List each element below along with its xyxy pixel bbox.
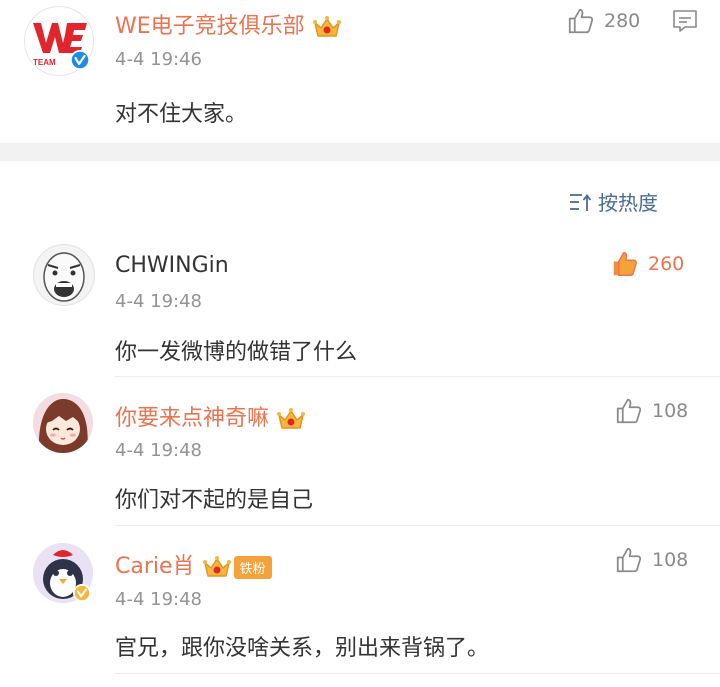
thumbs-up-icon: [616, 398, 642, 424]
original-post: TEAM WE电子竞技俱乐部 4-4 19:46 对不住大家。 280: [0, 0, 720, 143]
verified-v-icon: [70, 50, 90, 70]
comment-time: 4-4 19:48: [115, 291, 202, 312]
commenter-avatar[interactable]: [33, 393, 93, 453]
sort-icon: [570, 193, 592, 211]
avatar-team-text: TEAM: [33, 58, 56, 67]
comment-text: 官兄，跟你没啥关系，别出来背锅了。: [115, 636, 490, 661]
sort-label: 按热度: [598, 191, 658, 215]
vip-crown-icon: [202, 556, 231, 577]
thumbs-up-filled-icon: [613, 252, 637, 276]
commenter-avatar[interactable]: [33, 244, 95, 306]
vip-crown-icon: [312, 16, 341, 37]
comment-separator: [115, 525, 720, 526]
fan-badge: 铁粉: [233, 555, 272, 579]
comment-separator: [115, 376, 720, 377]
comment-separator: [115, 673, 720, 674]
commenter-name[interactable]: Carie肖 铁粉: [115, 548, 272, 580]
section-divider: [0, 143, 720, 161]
post-like-button[interactable]: 280: [566, 6, 640, 36]
comment-text: 你们对不起的是自己: [115, 488, 314, 513]
commenter-name[interactable]: 你要来点神奇嘛: [115, 400, 306, 432]
post-author-name[interactable]: WE电子竞技俱乐部: [115, 8, 342, 40]
post-author-label: WE电子竞技俱乐部: [115, 14, 305, 39]
comment-like-button[interactable]: 108: [614, 396, 688, 426]
commenter-name-label: 你要来点神奇嘛: [115, 406, 270, 431]
anime-girl-icon: [33, 393, 93, 453]
comment-menu-button[interactable]: [672, 9, 698, 33]
comment-like-count: 108: [652, 400, 689, 422]
meme-face-icon: [43, 252, 85, 302]
comment-like-count: 260: [648, 253, 685, 275]
post-time: 4-4 19:46: [115, 49, 202, 70]
comment-time: 4-4 19:48: [115, 440, 202, 461]
verified-v-icon: [73, 584, 91, 602]
post-text: 对不住大家。: [115, 102, 248, 127]
vip-crown-icon: [277, 408, 306, 429]
post-like-count: 280: [604, 10, 641, 32]
commenter-name[interactable]: CHWINGin: [115, 253, 229, 278]
commenter-name-label: Carie肖: [115, 554, 195, 579]
comment-like-button[interactable]: 108: [614, 545, 688, 575]
thumbs-up-icon: [616, 547, 642, 573]
comment-like-count: 108: [652, 549, 689, 571]
thumbs-up-icon: [568, 8, 594, 34]
comment-like-button[interactable]: 260: [610, 249, 684, 279]
comment-icon: [673, 10, 697, 32]
sort-toggle[interactable]: 按热度: [568, 187, 658, 216]
comment-text: 你一发微博的做错了什么: [115, 340, 358, 365]
verified-badge: [73, 584, 91, 602]
comment-time: 4-4 19:48: [115, 589, 202, 610]
verified-badge: [70, 50, 90, 70]
